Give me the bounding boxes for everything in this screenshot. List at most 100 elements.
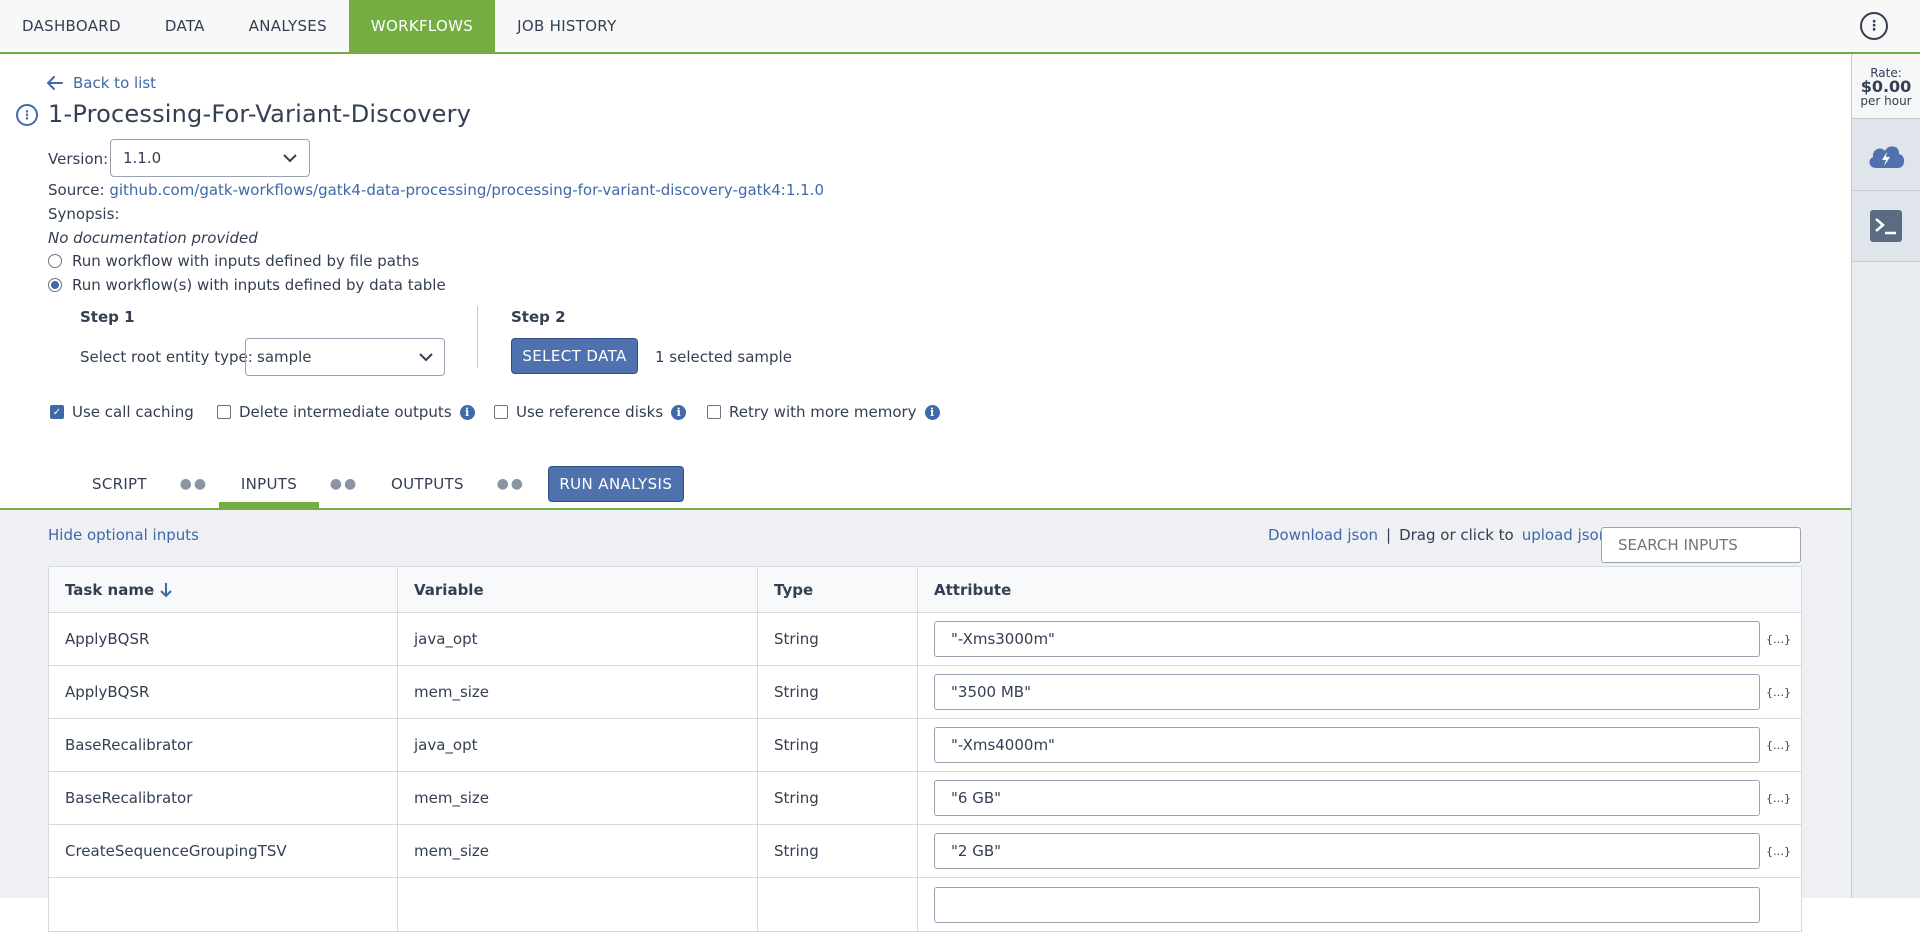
option-reference-disks[interactable]: Use reference disks i bbox=[494, 403, 687, 421]
checkbox-call-caching[interactable]: ✓ bbox=[50, 405, 64, 419]
attribute-input[interactable] bbox=[934, 674, 1760, 710]
vertical-ellipsis-icon[interactable]: ⋮ bbox=[1860, 12, 1888, 40]
header-type[interactable]: Type bbox=[758, 567, 918, 612]
table-row: CreateSequenceGroupingTSV mem_size Strin… bbox=[49, 825, 1801, 878]
upload-json-link[interactable]: upload json bbox=[1522, 526, 1609, 544]
option-retry-memory[interactable]: Retry with more memory i bbox=[707, 403, 940, 421]
attribute-input[interactable] bbox=[934, 780, 1760, 816]
workflow-detail-panel: Back to list ⋮ 1-Processing-For-Variant-… bbox=[0, 54, 1851, 512]
cell-type: String bbox=[758, 719, 918, 771]
cost-rate: Rate: $0.00 per hour bbox=[1852, 54, 1920, 118]
workflow-subtabs: SCRIPT ●● INPUTS ●● OUTPUTS ●● RUN ANALY… bbox=[70, 458, 684, 512]
cell-task: ApplyBQSR bbox=[49, 666, 398, 718]
run-analysis-button[interactable]: RUN ANALYSIS bbox=[547, 466, 684, 502]
back-to-list-link[interactable]: Back to list bbox=[47, 74, 156, 92]
checkbox-delete-intermediate[interactable] bbox=[217, 405, 231, 419]
version-value: 1.1.0 bbox=[123, 149, 162, 167]
expression-icon[interactable]: {…} bbox=[1766, 845, 1791, 858]
rate-amount: $0.00 bbox=[1860, 77, 1912, 96]
info-icon[interactable]: i bbox=[459, 404, 475, 420]
synopsis-label: Synopsis: bbox=[48, 205, 120, 223]
option-call-caching-label: Use call caching bbox=[72, 403, 194, 421]
rate-unit: per hour bbox=[1860, 94, 1912, 108]
radio-data-table[interactable]: Run workflow(s) with inputs defined by d… bbox=[48, 276, 446, 294]
cloud-lightning-icon bbox=[1869, 145, 1905, 168]
tab-dashboard[interactable]: DASHBOARD bbox=[0, 0, 143, 52]
search-inputs-field[interactable] bbox=[1601, 527, 1801, 563]
option-delete-intermediate-label: Delete intermediate outputs bbox=[239, 403, 452, 421]
option-delete-intermediate[interactable]: Delete intermediate outputs i bbox=[217, 403, 475, 421]
radio-file-paths-label: Run workflow with inputs defined by file… bbox=[72, 252, 420, 270]
option-retry-memory-label: Retry with more memory bbox=[729, 403, 917, 421]
cell-task: CreateSequenceGroupingTSV bbox=[49, 825, 398, 877]
terminal-button[interactable] bbox=[1852, 190, 1920, 262]
cell-task: BaseRecalibrator bbox=[49, 772, 398, 824]
attribute-input[interactable] bbox=[934, 833, 1760, 869]
header-attribute[interactable]: Attribute bbox=[918, 567, 1801, 612]
expression-icon[interactable]: {…} bbox=[1766, 633, 1791, 646]
cell-type: String bbox=[758, 772, 918, 824]
attribute-input[interactable] bbox=[934, 621, 1760, 657]
table-row: BaseRecalibrator java_opt String {…} bbox=[49, 719, 1801, 772]
attribute-input[interactable] bbox=[934, 727, 1760, 763]
page-title: 1-Processing-For-Variant-Discovery bbox=[48, 100, 472, 128]
hide-optional-inputs-link[interactable]: Hide optional inputs bbox=[48, 526, 199, 544]
cloud-environment-button[interactable] bbox=[1852, 118, 1920, 190]
cell-type: String bbox=[758, 825, 918, 877]
option-call-caching[interactable]: ✓ Use call caching bbox=[50, 403, 194, 421]
cell-variable: mem_size bbox=[398, 666, 758, 718]
option-reference-disks-label: Use reference disks bbox=[516, 403, 664, 421]
table-row bbox=[49, 878, 1801, 931]
cell-task: BaseRecalibrator bbox=[49, 719, 398, 771]
info-icon[interactable]: ⋮ bbox=[16, 104, 38, 126]
separator-dots: ●● bbox=[179, 476, 209, 492]
drag-text: Drag or click to bbox=[1399, 526, 1514, 544]
header-task-name[interactable]: Task name bbox=[49, 567, 398, 612]
cell-attribute: {…} bbox=[918, 666, 1801, 718]
expression-icon[interactable]: {…} bbox=[1766, 739, 1791, 752]
inputs-area: Hide optional inputs Download json | Dra… bbox=[0, 510, 1851, 932]
tab-workflows[interactable]: WORKFLOWS bbox=[348, 0, 496, 54]
expression-icon[interactable]: {…} bbox=[1766, 686, 1791, 699]
cell-variable: java_opt bbox=[398, 719, 758, 771]
radio-data-table-label: Run workflow(s) with inputs defined by d… bbox=[72, 276, 446, 294]
tab-script[interactable]: SCRIPT bbox=[70, 458, 169, 510]
cell-type: String bbox=[758, 613, 918, 665]
select-data-button[interactable]: SELECT DATA bbox=[511, 338, 638, 374]
selected-count-text: 1 selected sample bbox=[655, 348, 792, 366]
radio-file-paths-control[interactable] bbox=[48, 254, 62, 268]
radio-file-paths[interactable]: Run workflow with inputs defined by file… bbox=[48, 252, 419, 270]
json-separator: | bbox=[1386, 526, 1392, 544]
cell-task: ApplyBQSR bbox=[49, 613, 398, 665]
radio-data-table-control[interactable] bbox=[48, 278, 62, 292]
tab-inputs[interactable]: INPUTS bbox=[218, 458, 320, 512]
tab-job-history[interactable]: JOB HISTORY bbox=[495, 0, 638, 52]
chevron-down-icon bbox=[419, 353, 433, 362]
info-icon[interactable]: i bbox=[924, 404, 940, 420]
download-json-link[interactable]: Download json bbox=[1268, 526, 1378, 544]
tab-analyses[interactable]: ANALYSES bbox=[227, 0, 349, 52]
root-entity-select[interactable]: sample bbox=[245, 338, 445, 376]
table-header: Task name Variable Type Attribute bbox=[49, 567, 1801, 613]
top-navigation: DASHBOARD DATA ANALYSES WORKFLOWS JOB HI… bbox=[0, 0, 1920, 54]
info-icon[interactable]: i bbox=[671, 404, 687, 420]
checkbox-reference-disks[interactable] bbox=[494, 405, 508, 419]
attribute-input[interactable] bbox=[934, 886, 1760, 923]
documentation-text: No documentation provided bbox=[48, 229, 258, 247]
arrow-left-icon bbox=[47, 76, 63, 90]
expression-icon[interactable]: {…} bbox=[1766, 792, 1791, 805]
cell-variable: mem_size bbox=[398, 772, 758, 824]
table-row: ApplyBQSR mem_size String {…} bbox=[49, 666, 1801, 719]
source-link[interactable]: github.com/gatk-workflows/gatk4-data-pro… bbox=[109, 181, 824, 199]
tab-outputs[interactable]: OUTPUTS bbox=[369, 458, 486, 510]
json-actions: Download json | Drag or click to upload … bbox=[1268, 526, 1608, 544]
step2-title: Step 2 bbox=[511, 308, 566, 326]
cell-attribute: {…} bbox=[918, 772, 1801, 824]
tab-data[interactable]: DATA bbox=[143, 0, 227, 52]
arrow-down-icon bbox=[160, 582, 172, 597]
header-variable[interactable]: Variable bbox=[398, 567, 758, 612]
version-label: Version: bbox=[48, 150, 109, 168]
version-select[interactable]: 1.1.0 bbox=[110, 139, 310, 177]
back-to-list-label[interactable]: Back to list bbox=[73, 74, 156, 92]
checkbox-retry-memory[interactable] bbox=[707, 405, 721, 419]
